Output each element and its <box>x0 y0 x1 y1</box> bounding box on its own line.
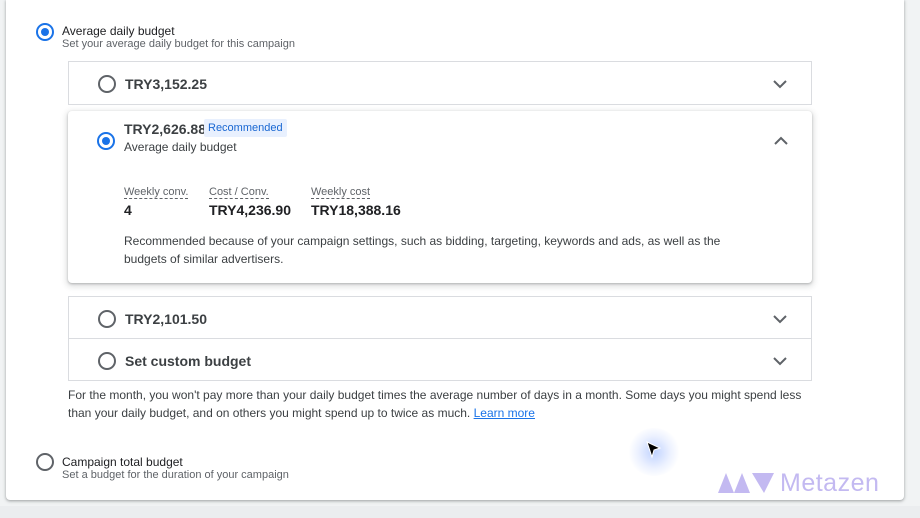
budget-card: Average daily budget Set your average da… <box>6 0 904 500</box>
campaign-total-budget-subtitle: Set a budget for the duration of your ca… <box>62 469 289 481</box>
monthly-spend-note: For the month, you won't pay more than y… <box>68 386 818 422</box>
average-daily-budget-title: Average daily budget <box>62 24 175 38</box>
campaign-total-budget-title: Campaign total budget <box>62 455 183 469</box>
budget-option-1[interactable]: TRY3,152.25 <box>68 61 812 105</box>
budget-option-1-amount: TRY3,152.25 <box>125 76 207 92</box>
average-daily-budget-radio[interactable] <box>36 23 54 41</box>
mouse-cursor-icon <box>646 441 662 459</box>
recommendation-explanation: Recommended because of your campaign set… <box>124 234 721 266</box>
chevron-down-icon[interactable] <box>771 75 789 93</box>
metazen-watermark: Metazen <box>718 468 898 498</box>
average-daily-budget-subtitle: Set your average daily budget for this c… <box>62 38 295 50</box>
learn-more-link[interactable]: Learn more <box>474 406 535 420</box>
metazen-watermark-text: Metazen <box>780 469 880 497</box>
budget-option-custom-radio[interactable] <box>98 352 116 370</box>
budget-option-3[interactable]: TRY2,101.50 <box>68 296 812 339</box>
budget-option-custom-label: Set custom budget <box>125 353 252 369</box>
monthly-spend-note-text: For the month, you won't pay more than y… <box>68 388 802 420</box>
metric-weekly-cost-label[interactable]: Weekly cost <box>311 186 371 199</box>
campaign-total-budget-radio[interactable] <box>36 453 54 471</box>
chevron-down-icon[interactable] <box>771 310 789 328</box>
metazen-logo-icon <box>718 473 774 493</box>
metric-weekly-conv-value: 4 <box>124 202 132 218</box>
metric-weekly-cost-value: TRY18,388.16 <box>311 202 401 218</box>
budget-option-2[interactable]: TRY2,626.88 Recommended Average daily bu… <box>68 111 812 283</box>
recommended-badge: Recommended <box>204 119 287 137</box>
page-bottom-strip <box>0 506 920 518</box>
budget-option-2-subtitle: Average daily budget <box>124 140 237 154</box>
chevron-down-icon[interactable] <box>771 352 789 370</box>
metric-weekly-conv-label[interactable]: Weekly conv. <box>124 186 189 199</box>
budget-option-3-amount: TRY2,101.50 <box>125 311 207 327</box>
metric-cost-per-conv-value: TRY4,236.90 <box>209 202 291 218</box>
budget-option-custom[interactable]: Set custom budget <box>68 338 812 381</box>
budget-option-2-amount: TRY2,626.88 <box>124 121 206 137</box>
metric-cost-per-conv-label[interactable]: Cost / Conv. <box>209 186 269 199</box>
budget-option-1-radio[interactable] <box>98 75 116 93</box>
chevron-up-icon[interactable] <box>772 132 790 150</box>
budget-option-2-radio[interactable] <box>97 132 115 150</box>
budget-option-3-radio[interactable] <box>98 310 116 328</box>
